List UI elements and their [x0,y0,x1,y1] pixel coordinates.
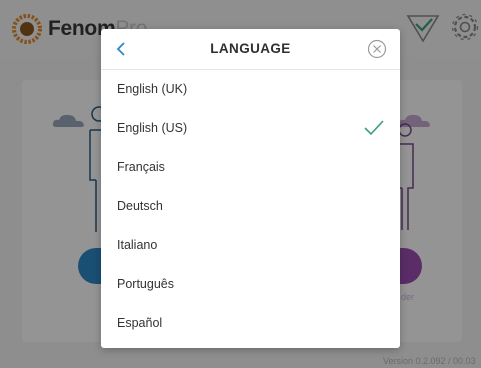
dialog-header: LANGUAGE [101,29,400,70]
language-option-english-us[interactable]: English (US) [101,109,400,148]
language-label: English (US) [117,121,188,135]
language-option-portugues[interactable]: Português [101,265,400,304]
language-option-francais[interactable]: Français [101,148,400,187]
language-option-deutsch[interactable]: Deutsch [101,187,400,226]
language-label: English (UK) [117,82,188,96]
dialog-title: LANGUAGE [210,41,291,56]
close-circle-icon[interactable] [367,39,387,59]
language-label: Deutsch [117,199,163,213]
language-list: English (UK) English (US) Français Deuts… [101,70,400,343]
check-icon [364,120,384,136]
language-label: Français [117,160,165,174]
language-option-espanol[interactable]: Español [101,304,400,343]
language-label: Italiano [117,238,158,252]
language-label: Español [117,316,163,330]
language-dialog: LANGUAGE English (UK) English (US) Franç… [101,29,400,348]
language-option-english-uk[interactable]: English (UK) [101,70,400,109]
language-option-italiano[interactable]: Italiano [101,226,400,265]
language-label: Português [117,277,174,291]
